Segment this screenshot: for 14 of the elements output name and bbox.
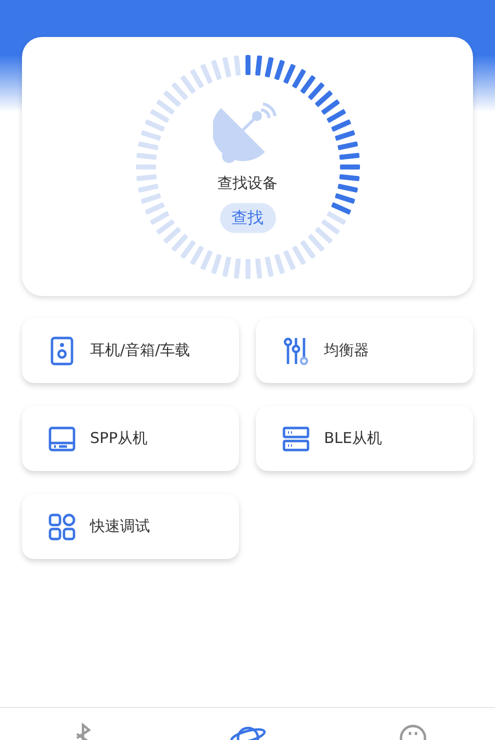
equalizer-icon: [281, 336, 311, 366]
tile-label: SPP从机: [90, 428, 148, 450]
menu-tile[interactable]: 快速调试: [22, 494, 239, 559]
tile-label: 耳机/音箱/车载: [90, 340, 190, 362]
grid-icon: [47, 512, 77, 542]
menu-tile[interactable]: SPP从机: [22, 406, 239, 471]
search-button[interactable]: 查找: [220, 202, 276, 233]
menu-tile[interactable]: 耳机/音箱/车载: [22, 318, 239, 383]
tile-label: BLE从机: [324, 428, 382, 450]
scan-title: 查找设备: [218, 173, 278, 194]
menu-tile[interactable]: 均衡器: [256, 318, 473, 383]
menu-tile[interactable]: BLE从机: [256, 406, 473, 471]
tile-label: 快速调试: [90, 516, 150, 538]
tile-label: 均衡器: [324, 340, 369, 362]
